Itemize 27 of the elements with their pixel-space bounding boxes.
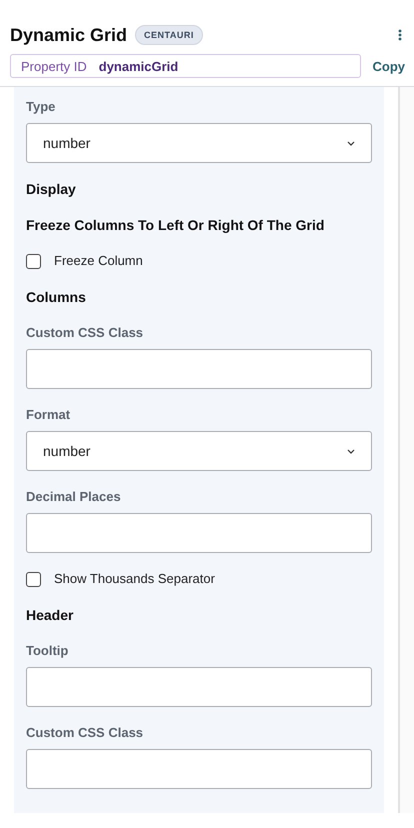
checkbox-label: Freeze Column bbox=[54, 252, 143, 270]
checkbox[interactable] bbox=[26, 254, 41, 268]
checkbox-label: Show Thousands Separator bbox=[54, 570, 215, 588]
input-field[interactable] bbox=[26, 749, 372, 789]
more-options-icon[interactable] bbox=[398, 29, 402, 41]
panel-title: Dynamic Grid bbox=[10, 24, 128, 46]
field-label: Decimal Places bbox=[26, 488, 122, 506]
select-field[interactable]: number bbox=[26, 123, 372, 163]
version-badge: CENTAURI bbox=[135, 25, 203, 45]
input-field[interactable] bbox=[26, 513, 372, 553]
chevron-down-icon bbox=[347, 140, 356, 146]
field-label: Custom CSS Class bbox=[26, 324, 144, 342]
copy-button[interactable]: Copy bbox=[360, 58, 405, 74]
field-label: Custom CSS Class bbox=[26, 724, 144, 742]
section-heading: Display bbox=[26, 180, 77, 199]
checkbox[interactable] bbox=[26, 572, 41, 586]
property-id-field[interactable]: Property ID dynamicGrid bbox=[10, 54, 360, 78]
section-heading: Columns bbox=[26, 288, 87, 307]
chevron-down-icon bbox=[347, 448, 356, 454]
section-heading: Freeze Columns To Left Or Right Of The Grid bbox=[26, 216, 326, 235]
section-heading: Header bbox=[26, 606, 74, 625]
field-label: Format bbox=[26, 406, 72, 424]
field-label: Type bbox=[26, 98, 56, 116]
select-field[interactable]: number bbox=[26, 431, 372, 471]
field-label: Tooltip bbox=[26, 642, 70, 660]
input-field[interactable] bbox=[26, 667, 372, 707]
input-field[interactable] bbox=[26, 349, 372, 389]
